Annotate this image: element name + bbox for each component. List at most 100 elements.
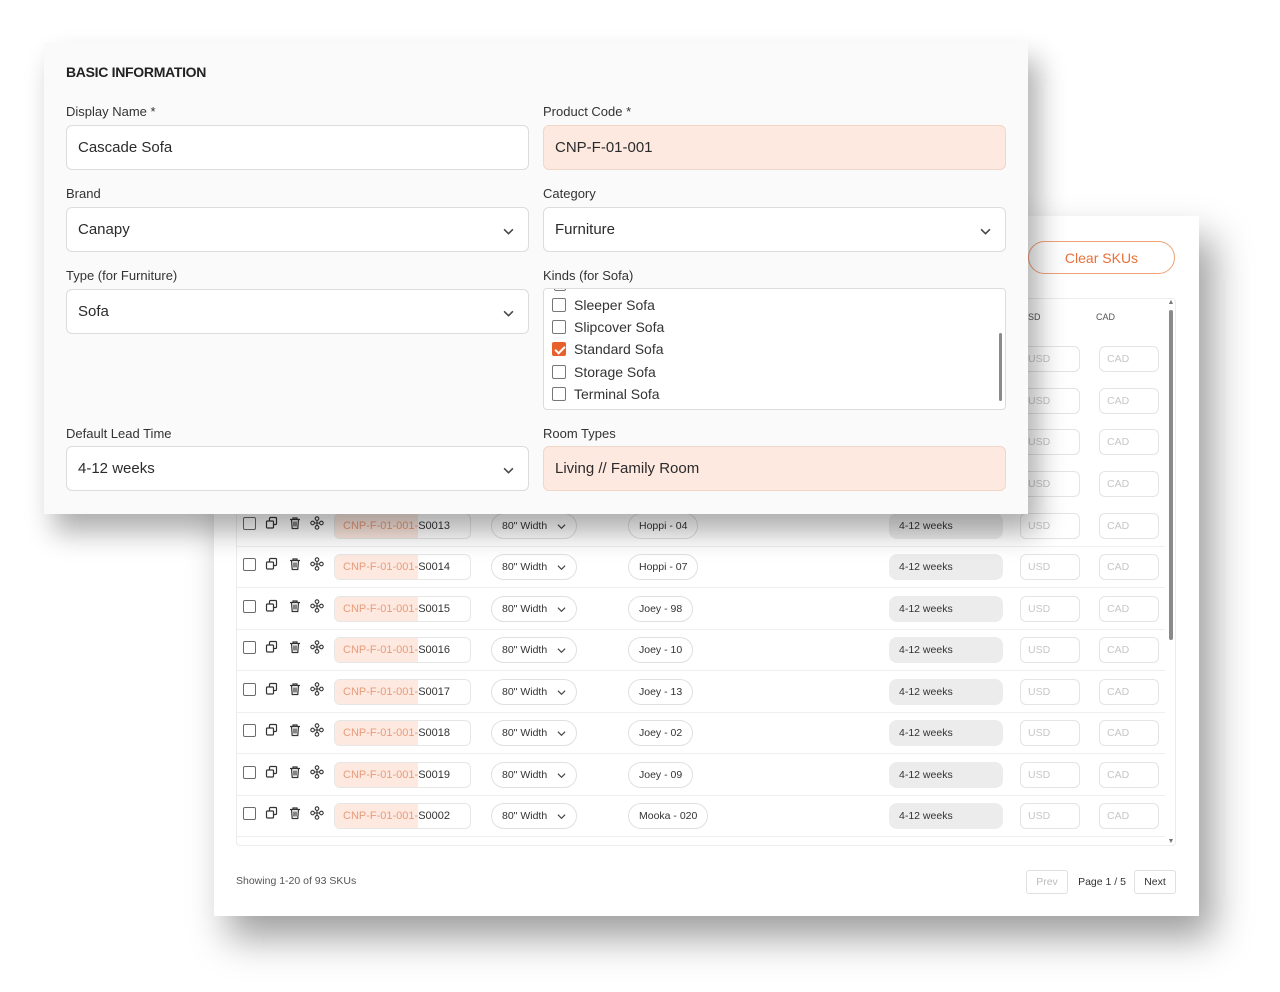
duplicate-icon[interactable]	[265, 640, 279, 654]
lead-time-select[interactable]: 4-12 weeks	[66, 446, 529, 491]
sku-code-field[interactable]: CNP-F-01-001- S0002	[334, 803, 471, 829]
size-select[interactable]: 80" Width	[491, 679, 577, 705]
move-icon[interactable]	[310, 640, 324, 654]
sku-code-field[interactable]: CNP-F-01-001- S0013	[334, 513, 471, 539]
fabric-chip[interactable]: Joey - 09	[628, 762, 694, 788]
fabric-chip[interactable]: Hoppi - 07	[628, 554, 699, 580]
price-cad-input[interactable]: CAD	[1099, 762, 1159, 788]
sku-code-field[interactable]: CNP-F-01-001- S0015	[334, 596, 471, 622]
price-usd-input[interactable]: USD	[1020, 637, 1080, 663]
lead-time-chip[interactable]: 4-12 weeks	[889, 554, 1003, 580]
lead-time-chip[interactable]: 4-12 weeks	[889, 679, 1003, 705]
room-types-field[interactable]: Living // Family Room	[543, 446, 1006, 491]
scroll-up-icon[interactable]: ▲	[1167, 299, 1175, 306]
sku-code-field[interactable]: CNP-F-01-001- S0017	[334, 679, 471, 705]
sku-code-field[interactable]: CNP-F-01-001- S0016	[334, 637, 471, 663]
checkbox-icon[interactable]	[552, 387, 566, 401]
price-cad-input[interactable]: CAD	[1099, 513, 1159, 539]
row-checkbox[interactable]	[243, 683, 256, 696]
move-icon[interactable]	[310, 516, 324, 530]
kind-option[interactable]: Storage Sofa	[552, 362, 656, 382]
move-icon[interactable]	[310, 765, 324, 779]
price-cad-input[interactable]: CAD	[1099, 554, 1159, 580]
row-checkbox[interactable]	[243, 724, 256, 737]
sku-code-field[interactable]: CNP-F-01-001- S0018	[334, 720, 471, 746]
clear-skus-button[interactable]: Clear SKUs	[1028, 241, 1175, 274]
price-usd-input[interactable]: USD	[1020, 554, 1080, 580]
fabric-chip[interactable]: Joey - 98	[628, 596, 694, 622]
price-cad-input[interactable]: CAD	[1099, 679, 1159, 705]
price-cad-input[interactable]: CAD	[1099, 637, 1159, 663]
row-checkbox[interactable]	[243, 641, 256, 654]
display-name-field[interactable]: Cascade Sofa	[66, 125, 529, 170]
price-usd-input[interactable]: USD	[1020, 679, 1080, 705]
duplicate-icon[interactable]	[265, 765, 279, 779]
lead-time-chip[interactable]: 4-12 weeks	[889, 637, 1003, 663]
duplicate-icon[interactable]	[265, 806, 279, 820]
price-cad-input[interactable]: CAD	[1099, 596, 1159, 622]
move-icon[interactable]	[310, 806, 324, 820]
price-usd-input[interactable]: USD	[1020, 513, 1080, 539]
checkbox-checked-icon[interactable]	[552, 342, 566, 356]
fabric-chip[interactable]: Joey - 02	[628, 720, 694, 746]
scroll-down-icon[interactable]: ▼	[1167, 838, 1175, 845]
price-usd-input[interactable]: USD	[1020, 762, 1080, 788]
duplicate-icon[interactable]	[265, 557, 279, 571]
checkbox-icon[interactable]	[552, 365, 566, 379]
kind-option[interactable]: Terminal Sofa	[552, 384, 660, 404]
lead-time-chip[interactable]: 4-12 weeks	[889, 803, 1003, 829]
size-select[interactable]: 80" Width	[491, 596, 577, 622]
trash-icon[interactable]	[288, 723, 302, 737]
category-select[interactable]: Furniture	[543, 207, 1006, 252]
fabric-chip[interactable]: Joey - 10	[628, 637, 694, 663]
price-usd-input[interactable]: USD	[1020, 596, 1080, 622]
brand-select[interactable]: Canapy	[66, 207, 529, 252]
checkbox-icon[interactable]	[552, 320, 566, 334]
size-select[interactable]: 80" Width	[491, 513, 577, 539]
fabric-chip[interactable]: Joey - 13	[628, 679, 694, 705]
lead-time-chip[interactable]: 4-12 weeks	[889, 596, 1003, 622]
duplicate-icon[interactable]	[265, 516, 279, 530]
lead-time-chip[interactable]: 4-12 weeks	[889, 762, 1003, 788]
row-checkbox[interactable]	[243, 766, 256, 779]
row-checkbox[interactable]	[243, 600, 256, 613]
row-checkbox[interactable]	[243, 558, 256, 571]
fabric-chip[interactable]: Hoppi - 04	[628, 513, 699, 539]
checkbox-icon[interactable]	[552, 298, 566, 312]
trash-icon[interactable]	[288, 682, 302, 696]
trash-icon[interactable]	[288, 557, 302, 571]
kind-option[interactable]: Sleeper Sofa	[552, 295, 655, 315]
trash-icon[interactable]	[288, 599, 302, 613]
kinds-list[interactable]: Sleeper Sofa Slipcover Sofa Standard Sofa S…	[543, 288, 1006, 410]
price-usd-input[interactable]: USD	[1020, 720, 1080, 746]
fabric-chip[interactable]: Mooka - 020	[628, 803, 709, 829]
kind-option[interactable]: Standard Sofa	[552, 339, 664, 359]
trash-icon[interactable]	[288, 516, 302, 530]
lead-time-chip[interactable]: 4-12 weeks	[889, 720, 1003, 746]
size-select[interactable]: 80" Width	[491, 554, 577, 580]
price-cad-input[interactable]: CAD	[1099, 429, 1159, 455]
row-checkbox[interactable]	[243, 517, 256, 530]
price-usd-input[interactable]: USD	[1020, 471, 1080, 497]
size-select[interactable]: 80" Width	[491, 720, 577, 746]
type-select[interactable]: Sofa	[66, 289, 529, 334]
sku-code-field[interactable]: CNP-F-01-001- S0014	[334, 554, 471, 580]
price-usd-input[interactable]: USD	[1020, 388, 1080, 414]
sku-code-field[interactable]: CNP-F-01-001- S0019	[334, 762, 471, 788]
duplicate-icon[interactable]	[265, 682, 279, 696]
move-icon[interactable]	[310, 599, 324, 613]
next-page-button[interactable]: Next	[1134, 870, 1176, 894]
trash-icon[interactable]	[288, 806, 302, 820]
price-usd-input[interactable]: USD	[1020, 803, 1080, 829]
trash-icon[interactable]	[288, 765, 302, 779]
table-scrollbar[interactable]	[1169, 310, 1173, 640]
price-cad-input[interactable]: CAD	[1099, 720, 1159, 746]
lead-time-chip[interactable]: 4-12 weeks	[889, 513, 1003, 539]
price-cad-input[interactable]: CAD	[1099, 471, 1159, 497]
size-select[interactable]: 80" Width	[491, 803, 577, 829]
price-usd-input[interactable]: USD	[1020, 429, 1080, 455]
price-cad-input[interactable]: CAD	[1099, 346, 1159, 372]
size-select[interactable]: 80" Width	[491, 637, 577, 663]
move-icon[interactable]	[310, 557, 324, 571]
duplicate-icon[interactable]	[265, 599, 279, 613]
